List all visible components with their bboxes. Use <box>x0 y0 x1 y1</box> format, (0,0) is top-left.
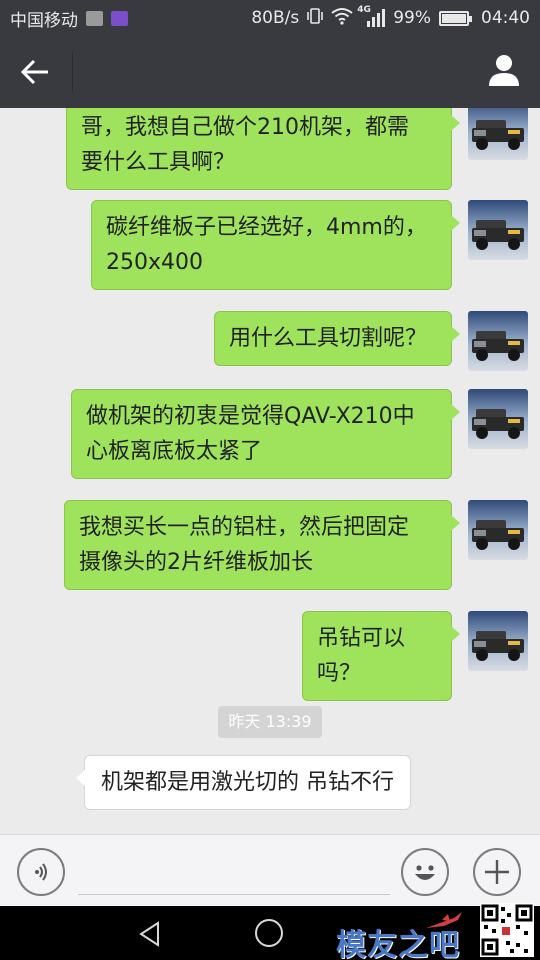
battery-percent: 99% <box>393 8 431 28</box>
timestamp-badge: 昨天 13:39 <box>218 706 322 738</box>
avatar[interactable] <box>468 389 528 449</box>
nav-back-icon[interactable] <box>136 920 164 952</box>
clock: 04:40 <box>481 8 530 28</box>
message-line: 250x400 <box>106 250 204 275</box>
message-sent[interactable]: 我想买长一点的铝柱，然后把固定 摄像头的2片纤维板加长 <box>64 500 528 590</box>
battery-icon <box>439 10 472 26</box>
emoji-icon[interactable] <box>401 848 449 896</box>
watermark-logo: 模友之吧 <box>336 912 466 960</box>
back-arrow-icon[interactable] <box>14 56 58 88</box>
app-notification-icon <box>111 10 128 26</box>
avatar[interactable] <box>468 108 528 160</box>
wifi-icon <box>331 7 353 30</box>
avatar[interactable] <box>468 611 528 671</box>
message-line: 心板离底板太紧了 <box>86 439 263 464</box>
message-bubble[interactable]: 吊钻可以吗？ <box>302 611 460 701</box>
message-input[interactable] <box>78 853 390 895</box>
network-speed: 80B/s <box>251 8 300 28</box>
message-line: 做机架的初衷是觉得QAV-X210中 <box>86 404 415 429</box>
message-line: 我想买长一点的铝柱，然后把固定 <box>79 515 410 540</box>
message-bubble[interactable]: 我想买长一点的铝柱，然后把固定 摄像头的2片纤维板加长 <box>64 500 460 590</box>
vibrate-icon <box>307 7 324 29</box>
message-bubble[interactable]: 用什么工具切割呢？ <box>214 311 460 366</box>
chat-header <box>0 36 540 108</box>
avatar[interactable] <box>468 500 528 560</box>
message-bubble[interactable]: 碳纤维板子已经选好，4mm的， 250x400 <box>91 200 460 290</box>
message-line: 用什么工具切割呢？ <box>229 326 428 351</box>
plus-icon[interactable] <box>473 848 521 896</box>
chat-area[interactable]: 哥，我想自己做个210机架，都需 要什么工具啊？ 碳纤维板子已经选好，4mm的，… <box>0 108 540 834</box>
input-bar <box>0 834 540 906</box>
message-sent[interactable]: 用什么工具切割呢？ <box>214 311 528 371</box>
message-line: 要什么工具啊？ <box>81 150 236 175</box>
message-line: 摄像头的2片纤维板加长 <box>79 550 313 575</box>
avatar[interactable] <box>468 200 528 260</box>
message-line: 哥，我想自己做个210机架，都需 <box>81 115 409 140</box>
avatar[interactable] <box>468 311 528 371</box>
nav-home-icon[interactable] <box>255 919 283 947</box>
message-line: 碳纤维板子已经选好，4mm的， <box>106 215 427 240</box>
signal-icon: 4G <box>357 5 386 28</box>
message-bubble[interactable]: 做机架的初衷是觉得QAV-X210中 心板离底板太紧了 <box>71 389 460 479</box>
message-line: 吊钻可以吗？ <box>317 626 406 686</box>
qr-code-image <box>480 903 534 957</box>
status-bar: 中国移动 80B/s 4G 99% 04:40 <box>0 0 540 36</box>
voice-icon[interactable] <box>17 848 65 896</box>
system-nav-bar: 模友之吧 <box>0 906 540 960</box>
profile-icon[interactable] <box>486 52 522 88</box>
carrier-name: 中国移动 <box>10 10 78 31</box>
message-sent[interactable]: 做机架的初衷是觉得QAV-X210中 心板离底板太紧了 <box>71 389 528 479</box>
message-received[interactable]: 机架都是用激光切的 吊钻不行 <box>76 755 411 810</box>
message-sent[interactable]: 哥，我想自己做个210机架，都需 要什么工具啊？ <box>66 108 528 190</box>
message-sent[interactable]: 碳纤维板子已经选好，4mm的， 250x400 <box>91 200 528 290</box>
message-bubble[interactable]: 哥，我想自己做个210机架，都需 要什么工具啊？ <box>66 108 460 190</box>
message-sent[interactable]: 吊钻可以吗？ <box>302 611 528 701</box>
gallery-icon <box>86 10 103 26</box>
header-divider <box>72 52 73 92</box>
